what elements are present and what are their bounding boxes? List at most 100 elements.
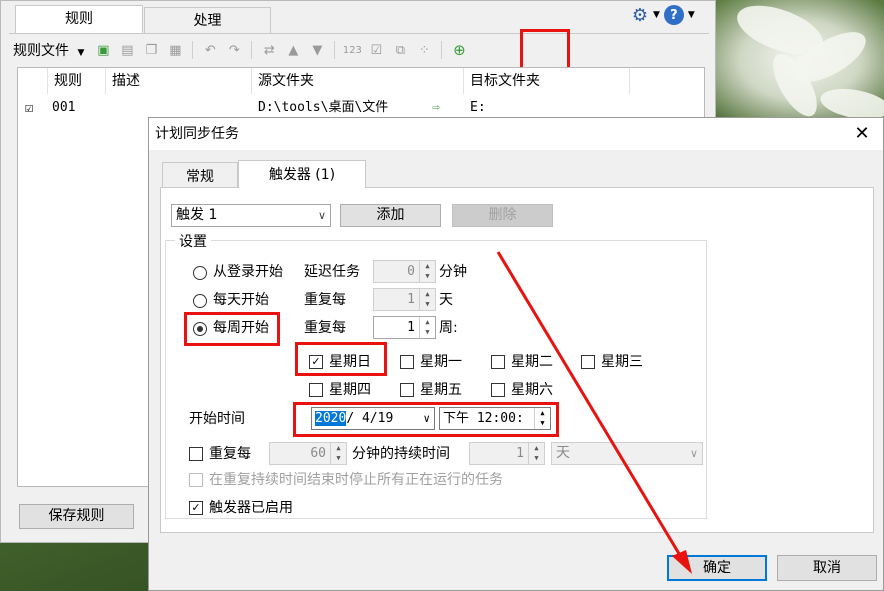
repeat-spinner[interactable]: 60 ▲ ▼ [269,442,347,465]
duration-value: 1 [516,446,524,461]
tab-general[interactable]: 常规 [162,162,238,188]
label-daily-start: 每天开始 [213,292,269,308]
row-checkbox[interactable]: ☑ [25,96,33,120]
header-rule[interactable]: 规则 [48,68,106,94]
label-monday: 星期一 [420,354,462,370]
weekly-value: 1 [407,320,415,335]
save-rules-button[interactable]: 保存规则 [19,504,134,529]
toolbar-divider [441,41,443,59]
header-source[interactable]: 源文件夹 [252,68,464,94]
swap-icon[interactable]: ⇄ [260,41,278,59]
checkbox-stop-running[interactable] [189,473,203,487]
delay-spinner[interactable]: 0 ▲ ▼ [373,260,436,283]
checkbox-trigger-enabled[interactable]: ✓ [189,501,203,515]
checkbox-friday[interactable] [400,383,414,397]
label-wednesday: 星期三 [601,354,643,370]
spinner-arrows-icon[interactable]: ▲ ▼ [528,443,544,464]
spinner-arrows-icon[interactable]: ▲ ▼ [330,443,346,464]
time-value: 下午 12:00: [443,411,524,426]
gear-icon[interactable]: ⚙ [631,5,649,26]
undo-icon[interactable]: ↶ [201,41,219,59]
delay-value: 0 [407,264,415,279]
label-sunday: 星期日 [329,354,371,370]
header-target[interactable]: 目标文件夹 [464,68,630,94]
move-down-icon[interactable]: ▼ [308,41,326,59]
radio-daily-start[interactable] [193,294,207,308]
label-minutes: 分钟 [439,264,467,280]
check-icon[interactable]: ☑ [367,41,385,59]
label-tuesday: 星期二 [511,354,553,370]
help-icon[interactable]: ? [663,5,684,25]
label-thursday: 星期四 [329,382,371,398]
start-date-picker[interactable]: 2020/ 4/19 ∨ [311,407,435,430]
edit-rule-icon[interactable]: ▤ [118,41,136,59]
numbering-icon[interactable]: 123 [343,41,362,59]
tab-triggers[interactable]: 触发器 (1) [238,160,366,188]
label-delay-task: 延迟任务 [304,264,360,280]
label-weekly-repeat: 重复每 [304,320,346,336]
toolbar-divider [251,41,253,59]
label-saturday: 星期六 [511,382,553,398]
chevron-down-icon[interactable]: ▼ [688,10,695,20]
schedule-dialog: 计划同步任务 ✕ 常规 触发器 (1) 触发 1 ∨ 添加 删除 设置 从登录开… [148,117,884,591]
header-description[interactable]: 描述 [106,68,252,94]
delete-trigger-button[interactable]: 删除 [452,204,553,227]
new-rule-icon[interactable]: ▣ [94,41,112,59]
checkbox-saturday[interactable] [491,383,505,397]
tab-rules[interactable]: 规则 [15,5,143,33]
toolbar-divider [192,41,194,59]
chevron-down-icon[interactable]: ▼ [653,10,660,20]
cancel-button[interactable]: 取消 [777,555,877,581]
radio-login-start[interactable] [193,266,207,280]
spinner-arrows-icon[interactable]: ▲ ▼ [534,408,550,429]
label-daily-repeat: 重复每 [304,292,346,308]
checkbox-wednesday[interactable] [581,355,595,369]
redo-icon[interactable]: ↷ [225,41,243,59]
rule-file-label: 规则文件 [13,43,69,59]
checkbox-repeat[interactable] [189,447,203,461]
radio-weekly-start[interactable] [193,322,207,336]
label-trigger-enabled: 触发器已启用 [209,500,293,516]
label-start-time: 开始时间 [189,411,245,427]
daily-value: 1 [407,292,415,307]
chevron-down-icon[interactable]: ∨ [423,408,430,429]
rule-file-menu[interactable]: 规则文件 ▼ [13,40,84,60]
chevron-down-icon: ∨ [317,209,326,222]
checkbox-monday[interactable] [400,355,414,369]
label-friday: 星期五 [420,382,462,398]
add-trigger-button[interactable]: 添加 [340,204,441,227]
tab-process[interactable]: 处理 [144,7,271,33]
date-month-day: / 4/19 [346,411,394,426]
start-time-picker[interactable]: 下午 12:00: ▲ ▼ [439,407,551,430]
move-up-icon[interactable]: ▲ [284,41,302,59]
duration-spinner[interactable]: 1 ▲ ▼ [469,442,545,465]
checkbox-tuesday[interactable] [491,355,505,369]
label-days: 天 [439,292,453,308]
copy-rule-icon[interactable]: ❐ [142,41,160,59]
trigger-select[interactable]: 触发 1 ∨ [171,204,331,227]
header-check [18,68,48,94]
spinner-arrows-icon[interactable]: ▲ ▼ [419,261,435,282]
daily-spinner[interactable]: 1 ▲ ▼ [373,288,436,311]
duration-unit-select[interactable]: 天 ∨ [551,442,703,465]
settings-group-title: 设置 [175,231,211,251]
trigger-select-value: 触发 1 [176,207,218,223]
row-rule: 001 [52,100,76,115]
ok-button[interactable]: 确定 [667,555,767,581]
toolbar: 规则文件 ▼ ▣ ▤ ❐ ▦ ↶ ↷ ⇄ ▲ ▼ 123 ☑ ⧉ ⁘ ⊕ [13,37,468,63]
label-login-start: 从登录开始 [213,264,283,280]
duration-unit-value: 天 [556,445,570,461]
dots-icon[interactable]: ⁘ [415,41,433,59]
date-year: 2020 [315,411,347,426]
label-repeat: 重复每 [209,446,251,462]
duplicate-icon[interactable]: ⧉ [391,41,409,59]
weekly-spinner[interactable]: 1 ▲ ▼ [373,316,436,339]
schedule-add-icon[interactable]: ⊕ [450,41,468,59]
checkbox-thursday[interactable] [309,383,323,397]
spinner-arrows-icon[interactable]: ▲ ▼ [419,317,435,338]
delete-rule-icon[interactable]: ▦ [166,41,184,59]
label-weeks: 周: [439,320,458,336]
label-weekly-start: 每周开始 [213,320,269,336]
spinner-arrows-icon[interactable]: ▲ ▼ [419,289,435,310]
checkbox-sunday[interactable]: ✓ [309,355,323,369]
